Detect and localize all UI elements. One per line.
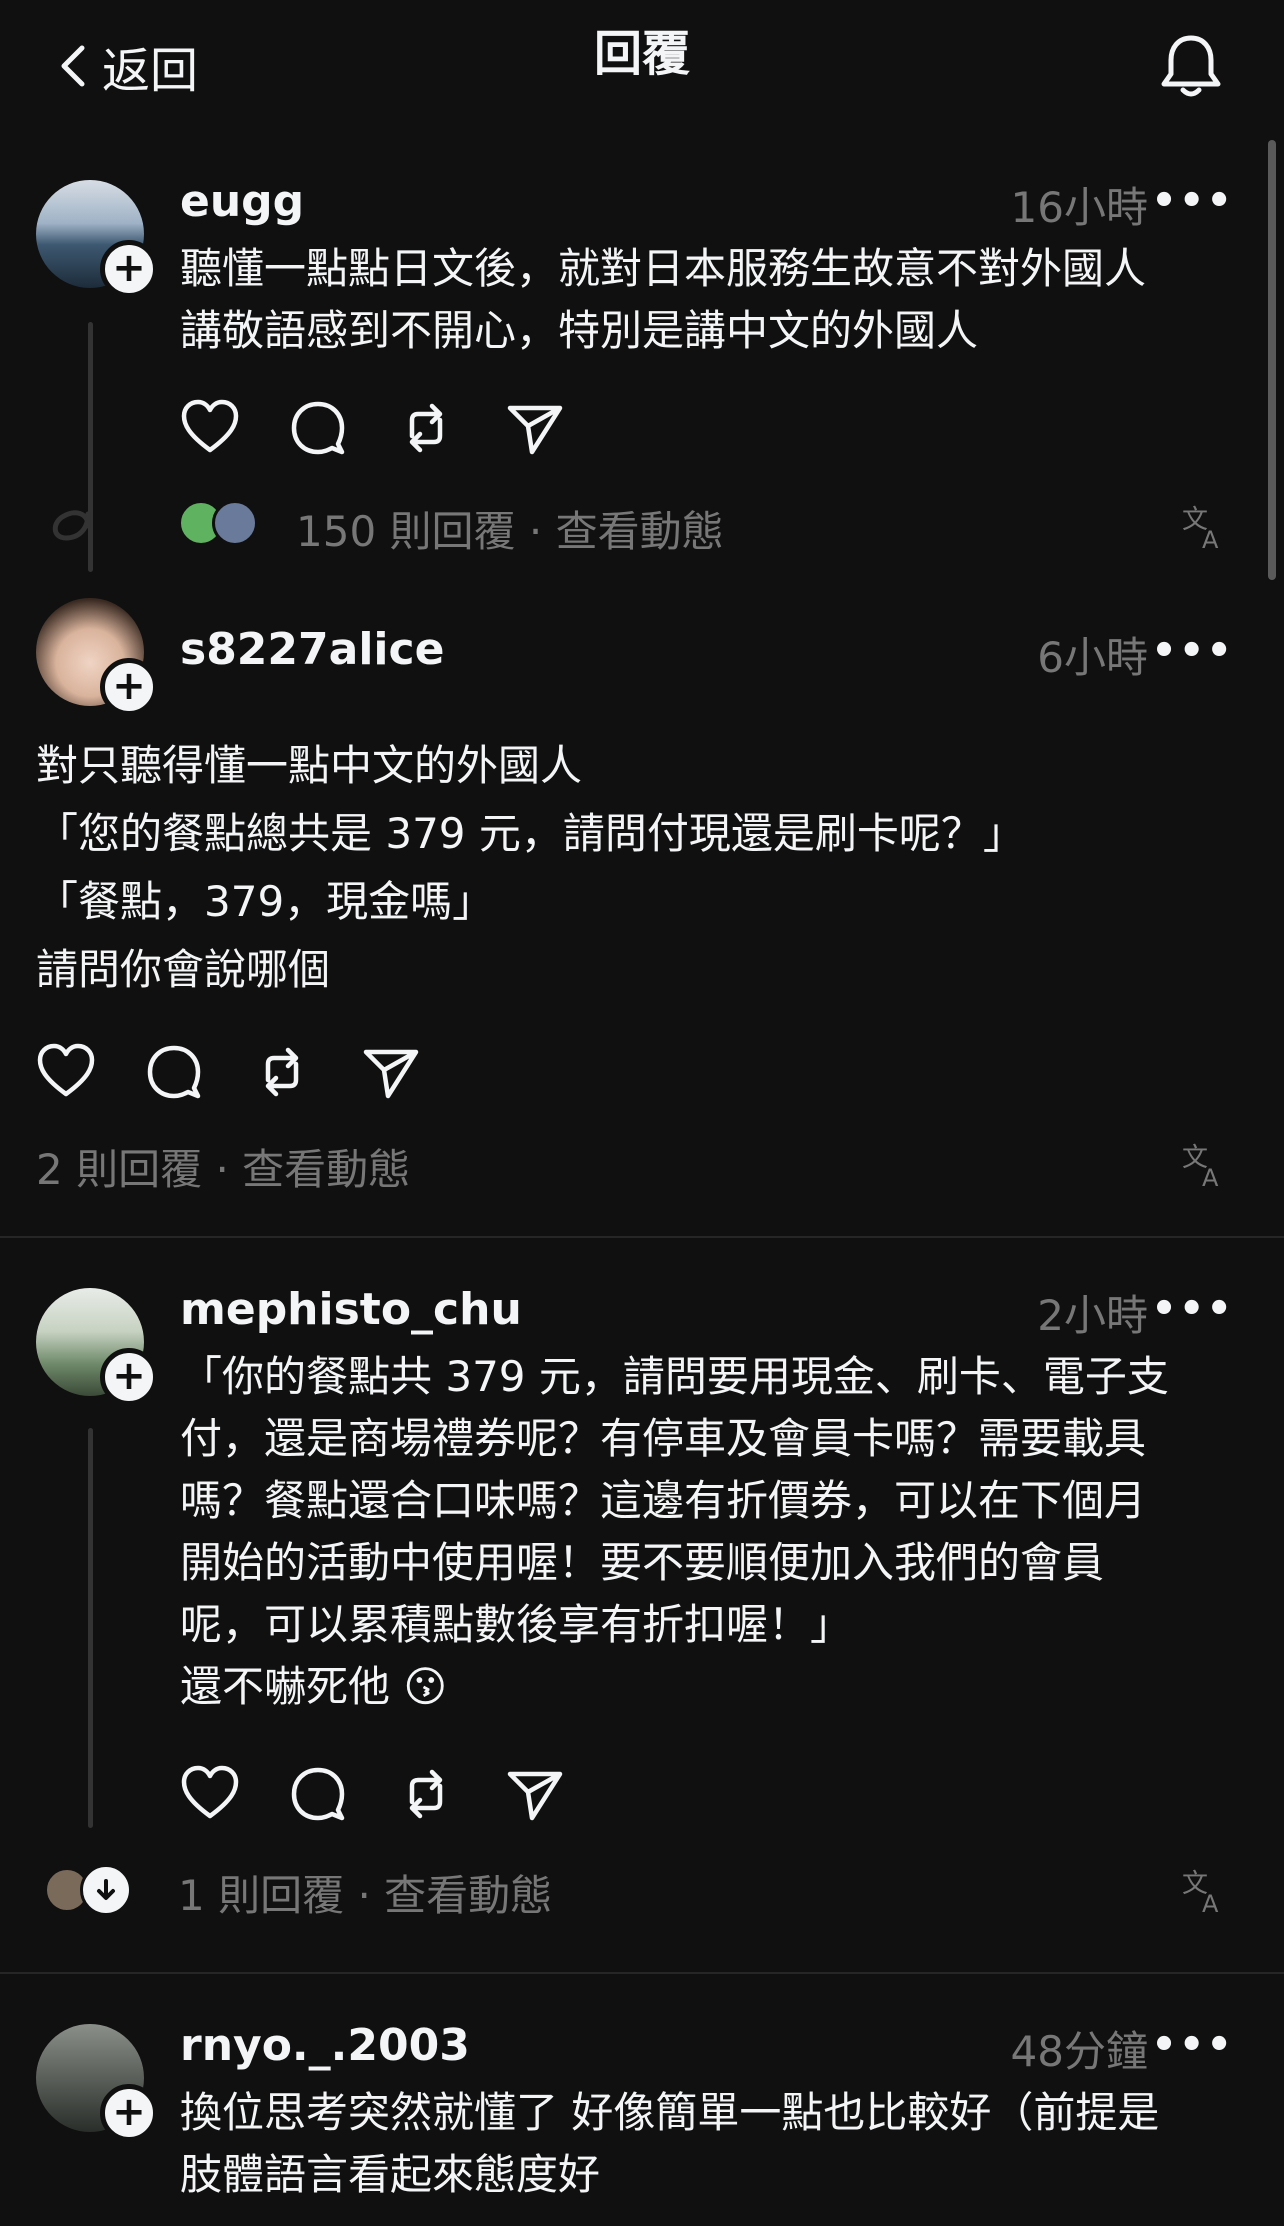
separator: · (215, 1145, 229, 1194)
timestamp: 16小時 (1010, 183, 1148, 232)
thread-loop-icon (52, 510, 91, 541)
follow-button[interactable]: + (100, 240, 158, 298)
heart-icon[interactable] (178, 1762, 242, 1826)
post-text: 換位思考突然就懂了 好像簡單一點也比較好（前提是 肢體語言看起來態度好 (180, 2088, 1160, 2199)
view-activity: 查看動態 (242, 1145, 411, 1194)
more-options-button[interactable]: ••• (1151, 2022, 1234, 2068)
translate-icon[interactable]: 文 A (1182, 1866, 1230, 1914)
follow-button[interactable]: + (100, 2084, 158, 2142)
svg-text:A: A (1202, 526, 1219, 550)
bell-icon[interactable] (1156, 30, 1226, 102)
expand-replies-button[interactable] (80, 1864, 132, 1916)
more-options-button[interactable]: ••• (1151, 1286, 1234, 1332)
share-icon[interactable] (358, 1040, 422, 1104)
reply-count: 150 則回覆 (296, 507, 516, 556)
comment-icon[interactable] (286, 1762, 350, 1826)
arrow-down-icon (97, 1879, 115, 1900)
divider (0, 1236, 1284, 1238)
translate-icon[interactable]: 文 A (1182, 1140, 1230, 1188)
page-title: 回覆 (593, 26, 690, 82)
share-icon[interactable] (502, 396, 566, 460)
follow-button[interactable]: + (100, 1348, 158, 1406)
heart-icon[interactable] (178, 396, 242, 460)
reply-count: 2 則回覆 (36, 1145, 203, 1194)
post-actions (34, 1040, 422, 1104)
post-text: 「你的餐點共 379 元，請問要用現金、刷卡、電子支 付，還是商場禮券呢？有停車… (180, 1352, 1169, 1711)
reply-avatars (44, 1864, 132, 1916)
scrollbar[interactable] (1268, 140, 1276, 580)
post-text: 聽懂一點點日文後，就對日本服務生故意不對外國人 講敬語感到不開心，特別是講中文的… (180, 244, 1147, 355)
post-actions (178, 396, 566, 460)
timestamp: 48分鐘 (1010, 2027, 1148, 2076)
separator: · (528, 507, 543, 556)
post-text: 對只聽得懂一點中文的外國人 「您的餐點總共是 379 元，請問付現還是刷卡呢？」… (36, 741, 1025, 994)
timestamp: 6小時 (1037, 633, 1148, 682)
username[interactable]: rnyo._.2003 (180, 2020, 470, 2071)
heart-icon[interactable] (34, 1040, 98, 1104)
reply-meta[interactable]: 150 則回覆 · 查看動態 (296, 498, 724, 559)
svg-text:A: A (1202, 1164, 1219, 1188)
more-options-button[interactable]: ••• (1151, 628, 1234, 674)
username[interactable]: mephisto_chu (180, 1284, 522, 1335)
view-activity: 查看動態 (555, 507, 724, 556)
reply-count: 1 則回覆 (178, 1871, 345, 1920)
thread-line (88, 1428, 93, 1828)
view-activity: 查看動態 (384, 1871, 553, 1920)
repost-icon[interactable] (394, 1762, 458, 1826)
reply-avatars (178, 500, 258, 546)
share-icon[interactable] (502, 1762, 566, 1826)
divider (0, 1972, 1284, 1974)
translate-icon[interactable]: 文 A (1182, 502, 1230, 550)
username[interactable]: eugg (180, 176, 304, 227)
separator: · (357, 1871, 371, 1920)
timestamp: 2小時 (1037, 1291, 1148, 1340)
reply-meta[interactable]: 1 則回覆 · 查看動態 (178, 1862, 552, 1923)
post-actions (178, 1762, 566, 1826)
repost-icon[interactable] (250, 1040, 314, 1104)
svg-text:A: A (1202, 1890, 1219, 1914)
comment-icon[interactable] (286, 396, 350, 460)
reply-meta[interactable]: 2 則回覆 · 查看動態 (36, 1136, 410, 1197)
username[interactable]: s8227alice (180, 624, 444, 675)
more-options-button[interactable]: ••• (1151, 178, 1234, 224)
comment-icon[interactable] (142, 1040, 206, 1104)
follow-button[interactable]: + (100, 658, 158, 716)
repost-icon[interactable] (394, 396, 458, 460)
reply-avatar (212, 500, 258, 546)
